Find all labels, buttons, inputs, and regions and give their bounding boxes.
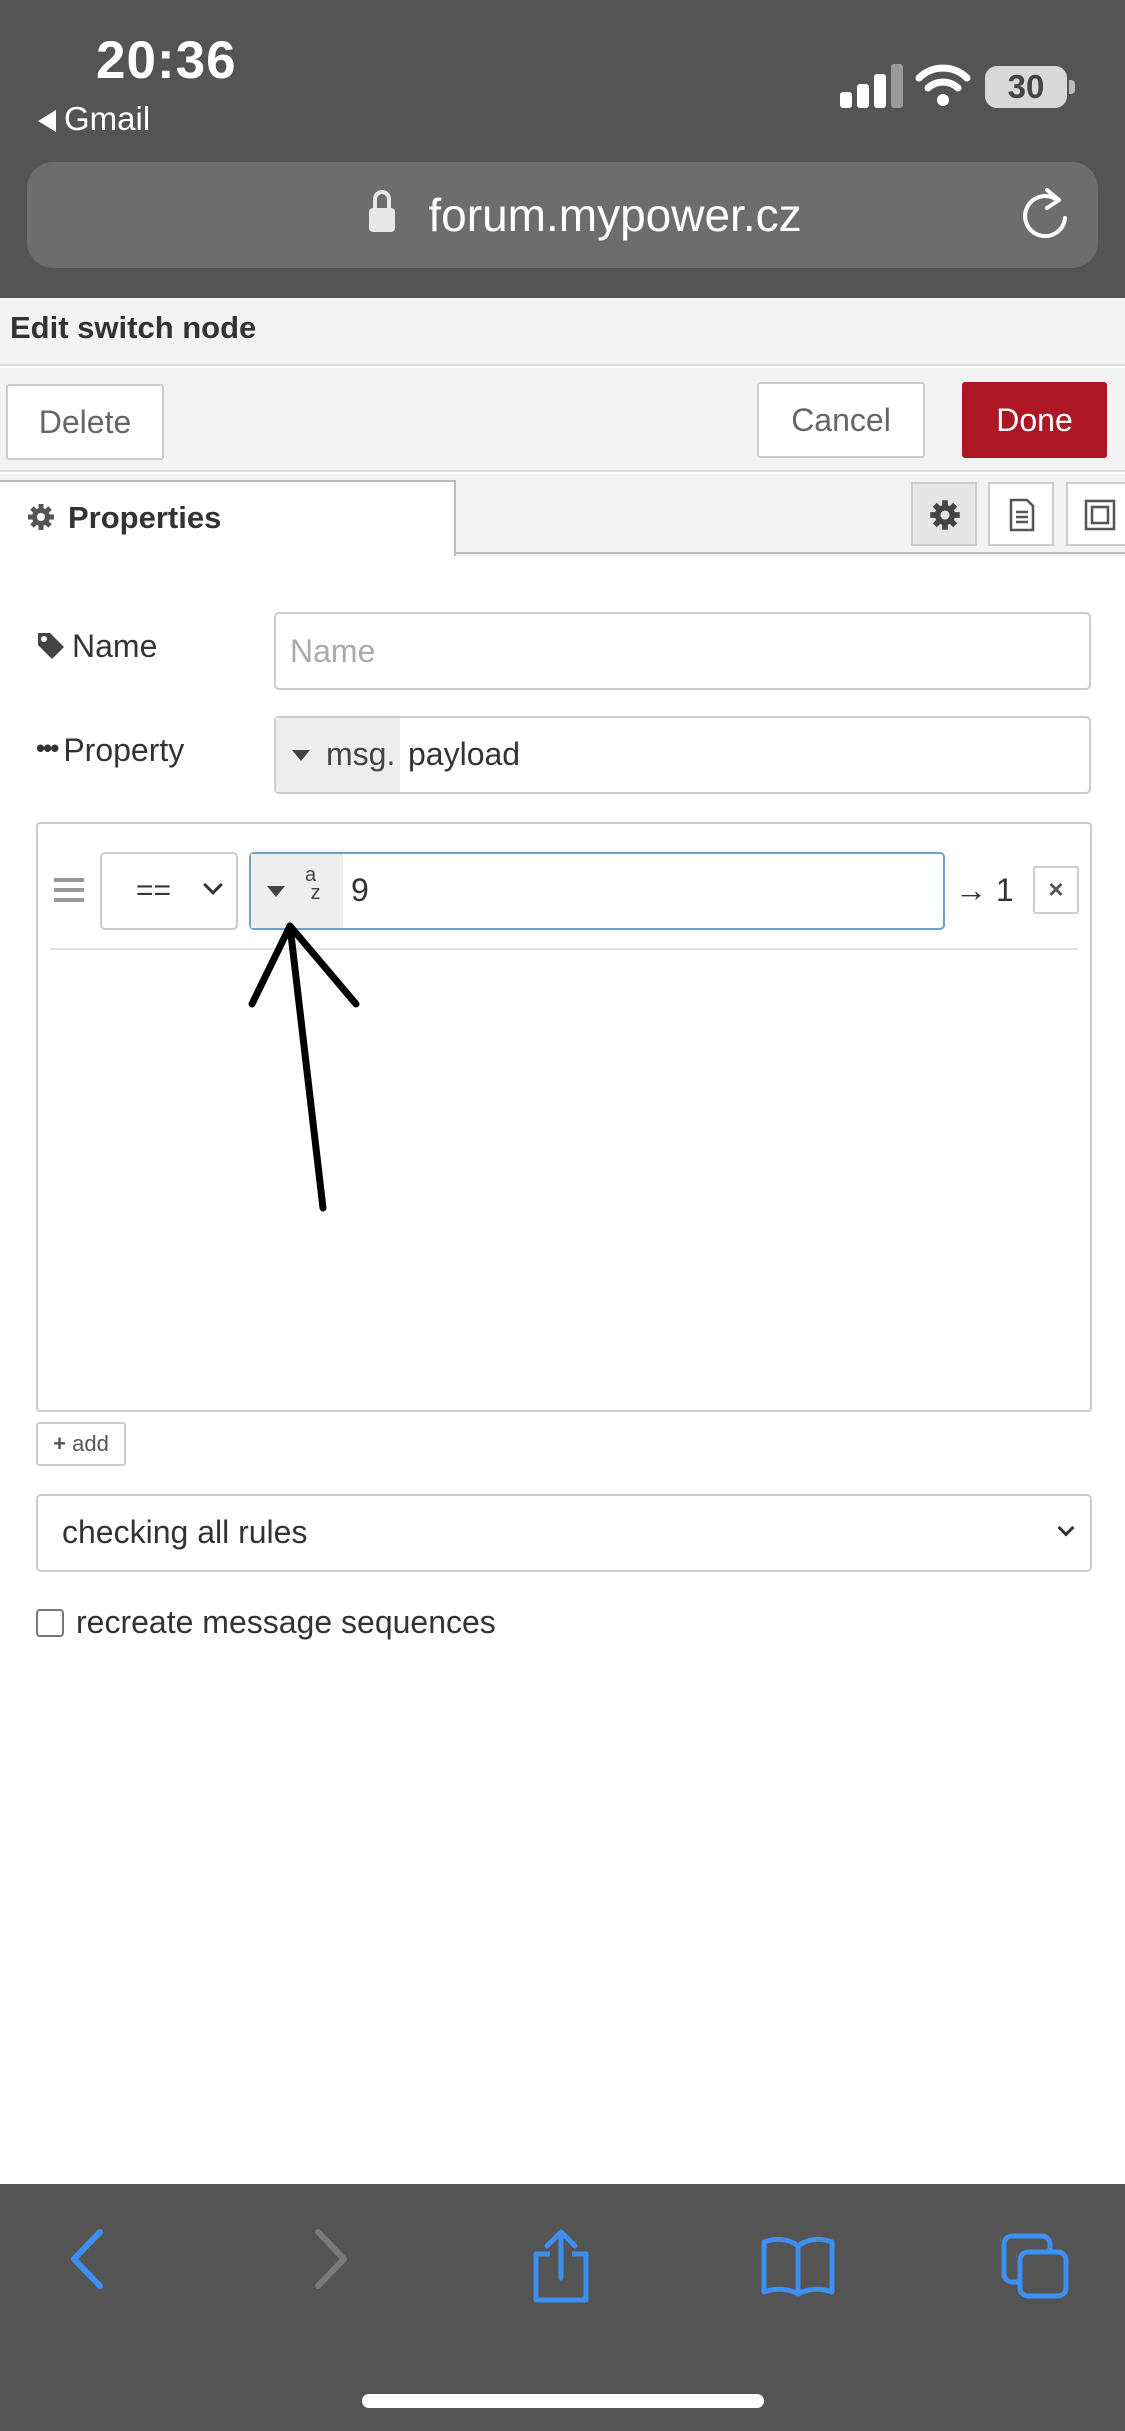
wifi-icon — [915, 64, 971, 106]
url-bar[interactable]: forum.mypower.cz — [27, 162, 1098, 268]
description-tab-button[interactable] — [988, 482, 1054, 546]
name-input[interactable] — [274, 612, 1091, 690]
editor-button-row — [0, 368, 1125, 472]
chevron-down-icon — [1057, 1519, 1075, 1537]
url-text[interactable]: forum.mypower.cz — [385, 188, 845, 242]
back-triangle-icon — [38, 110, 56, 132]
done-button[interactable]: Done — [962, 382, 1107, 458]
tabs-divider — [455, 552, 1125, 554]
annotation-arrow — [248, 922, 360, 1212]
name-label-text: Name — [72, 628, 158, 664]
recreate-sequences-checkbox[interactable] — [36, 1609, 64, 1637]
operator-select[interactable]: == — [100, 852, 238, 930]
caret-down-icon — [267, 886, 285, 897]
property-typed-input[interactable]: msg. payload — [274, 716, 1091, 794]
remove-rule-button[interactable]: × — [1033, 866, 1079, 914]
back-to-app-link[interactable]: Gmail — [38, 100, 150, 138]
caret-down-icon — [292, 750, 310, 761]
drag-handle-icon[interactable] — [54, 878, 84, 902]
appearance-tab-button[interactable] — [1066, 482, 1125, 546]
tabs-icon[interactable] — [1000, 2232, 1070, 2300]
tab-properties[interactable]: Properties — [0, 480, 456, 556]
gear-icon — [930, 500, 960, 530]
tag-icon — [38, 633, 64, 659]
add-rule-button[interactable]: + add — [36, 1422, 126, 1466]
window-restore-icon — [1084, 499, 1116, 531]
settings-tab-button[interactable] — [911, 482, 977, 546]
bookmarks-icon[interactable] — [760, 2234, 836, 2298]
editor-title: Edit switch node — [10, 310, 257, 345]
operator-label: == — [136, 874, 172, 907]
cancel-button[interactable]: Cancel — [757, 382, 925, 458]
document-icon — [1009, 498, 1035, 532]
forward-chevron-icon[interactable] — [304, 2224, 354, 2294]
name-label: Name — [36, 628, 157, 665]
property-value[interactable]: payload — [408, 736, 520, 773]
property-label: ••• Property — [36, 732, 184, 769]
rule-divider — [50, 948, 1078, 950]
property-type-selector[interactable]: msg. — [276, 718, 400, 792]
checking-mode-label: checking all rules — [62, 1514, 308, 1550]
back-chevron-icon[interactable] — [64, 2224, 114, 2294]
battery-tip — [1069, 80, 1075, 94]
recreate-sequences-label[interactable]: recreate message sequences — [76, 1604, 496, 1641]
property-label-text: Property — [63, 732, 185, 768]
battery-icon: 30 — [985, 66, 1067, 108]
plus-icon: + — [53, 1431, 66, 1456]
back-app-label: Gmail — [64, 100, 151, 137]
tab-properties-label: Properties — [68, 500, 222, 535]
checking-mode-select[interactable]: checking all rules — [36, 1494, 1092, 1572]
rule-output-label: → 1 — [955, 872, 1014, 908]
status-time: 20:36 — [96, 31, 237, 90]
a-z-string-icon: a z — [305, 864, 321, 904]
share-icon[interactable] — [528, 2228, 594, 2304]
reload-icon[interactable] — [1017, 186, 1073, 246]
gear-icon — [28, 504, 54, 530]
home-indicator — [362, 2394, 764, 2408]
property-type-label: msg. — [326, 736, 396, 772]
delete-button[interactable]: Delete — [6, 384, 164, 460]
chevron-down-icon — [203, 875, 223, 895]
ellipsis-icon: ••• — [36, 733, 59, 763]
browser-chrome: 20:36 Gmail 30 forum.mypower.cz — [0, 0, 1125, 298]
cellular-signal-icon — [840, 62, 904, 108]
add-label: add — [72, 1431, 109, 1456]
